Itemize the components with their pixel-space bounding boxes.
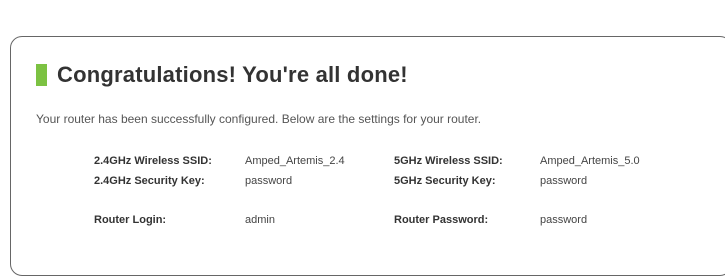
key-5-value: password	[540, 175, 588, 187]
ssid-5-label: 5GHz Wireless SSID:	[394, 155, 503, 167]
router-password-label: Router Password:	[394, 214, 489, 226]
key-24-value: password	[245, 175, 293, 187]
heading-accent-bar	[36, 64, 47, 86]
intro-text: Your router has been successfully config…	[36, 112, 482, 126]
key-5-label: 5GHz Security Key:	[394, 175, 496, 187]
ssid-24-value: Amped_Artemis_2.4	[245, 155, 345, 167]
ssid-5-value: Amped_Artemis_5.0	[540, 155, 640, 167]
ssid-24-label: 2.4GHz Wireless SSID:	[94, 155, 212, 167]
router-login-value: admin	[245, 214, 275, 226]
page-title: Congratulations! You're all done!	[57, 62, 408, 87]
router-login-label: Router Login:	[94, 214, 167, 226]
router-password-value: password	[540, 214, 588, 226]
page-heading: Congratulations! You're all done!	[36, 60, 408, 90]
key-24-label: 2.4GHz Security Key:	[94, 175, 205, 187]
